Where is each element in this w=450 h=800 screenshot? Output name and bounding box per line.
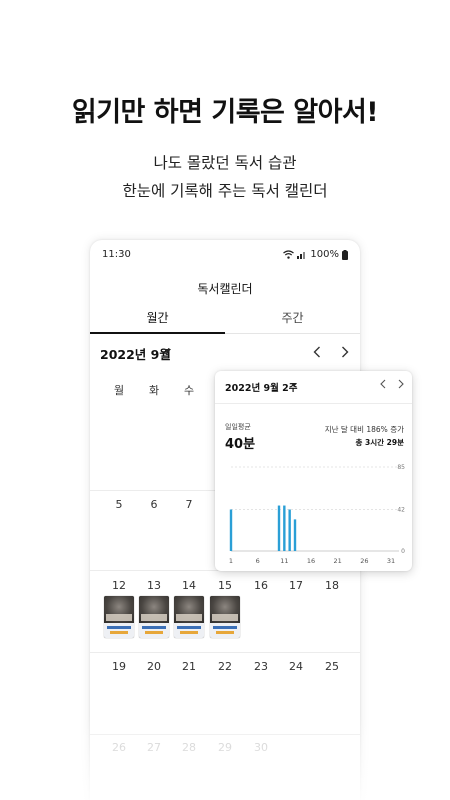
calendar-day[interactable]: 5 (101, 498, 137, 511)
status-time: 11:30 (102, 249, 131, 260)
y-tick-label: 0 (401, 548, 405, 555)
wifi-icon (283, 250, 295, 259)
weekday-mon: 월 (113, 384, 125, 397)
calendar-day[interactable]: 20 (136, 660, 172, 673)
data-bar (283, 505, 286, 551)
calendar-day[interactable]: 7 (171, 498, 207, 511)
x-tick-label: 11 (280, 557, 288, 565)
reading-time-bar-chart: 042851 6 11 16 21 26 31 (229, 464, 405, 565)
x-tick-label: 1 (229, 557, 233, 565)
calendar-day[interactable]: 18 (314, 579, 350, 592)
status-icons: 100% (283, 249, 348, 260)
calendar-day[interactable]: 25 (314, 660, 350, 673)
calendar-day[interactable]: 13 (136, 579, 172, 592)
x-tick-label: 16 (307, 557, 315, 565)
calendar-day[interactable]: 26 (101, 741, 137, 754)
calendar-day[interactable]: 15 (207, 579, 243, 592)
promo-headline: 읽기만 하면 기록은 알아서! (71, 97, 379, 128)
weekday-wed: 수 (183, 384, 195, 397)
view-tabs: 월간 주간 (90, 308, 360, 334)
data-bar (277, 505, 281, 551)
calendar-day[interactable]: 23 (243, 660, 279, 673)
chevron-right-icon[interactable] (341, 346, 349, 358)
calendar-day[interactable]: 22 (207, 660, 243, 673)
promo-subline-2: 한눈에 기록해 주는 독서 캘린더 (122, 182, 328, 200)
week-selector[interactable]: 2022년 9월 2주 (225, 380, 298, 394)
y-tick-label: 42 (397, 506, 405, 513)
promo-subline-1: 나도 몰랐던 독서 습관 (153, 154, 297, 172)
app-title: 독서캘린더 (197, 282, 253, 296)
chevron-left-icon[interactable] (313, 346, 321, 358)
data-bar (293, 519, 297, 551)
comparison-text: 지난 달 대비 186% 증가 (324, 425, 404, 434)
daily-average-label: 일일평균 (225, 423, 251, 431)
chevron-left-icon[interactable] (380, 379, 386, 389)
x-tick-label: 6 (256, 557, 260, 565)
calendar-day[interactable]: 24 (278, 660, 314, 673)
card-divider (215, 403, 412, 404)
data-bar (288, 509, 291, 551)
tab-monthly[interactable]: 월간 (90, 308, 225, 334)
book-cover-thumbnail[interactable] (174, 596, 204, 638)
book-cover-thumbnail[interactable] (104, 596, 134, 638)
caret-down-icon[interactable] (164, 349, 171, 354)
calendar-day[interactable]: 19 (101, 660, 137, 673)
book-cover-thumbnail[interactable] (210, 596, 240, 638)
book-cover-thumbnail[interactable] (139, 596, 169, 638)
tab-weekly[interactable]: 주간 (225, 308, 360, 334)
calendar-day[interactable]: 21 (171, 660, 207, 673)
weekday-tue: 화 (148, 384, 160, 397)
x-tick-label: 26 (360, 557, 368, 565)
signal-icon (297, 252, 306, 259)
month-selector[interactable]: 2022년 9월 (100, 344, 171, 363)
battery-percent: 100% (310, 249, 339, 260)
week-divider (90, 734, 360, 735)
y-tick-label: 85 (397, 464, 405, 471)
x-tick-label: 21 (334, 557, 342, 565)
weekly-stats-card: 2022년 9월 2주 일일평균 40분 지난 달 대비 186% 증가 총 3… (215, 371, 412, 571)
month-header: 2022년 9월 (100, 344, 355, 362)
chevron-right-icon[interactable] (398, 379, 404, 389)
calendar-day[interactable]: 6 (136, 498, 172, 511)
battery-icon (342, 249, 348, 260)
calendar-day[interactable]: 27 (136, 741, 172, 754)
calendar-day[interactable]: 12 (101, 579, 137, 592)
status-bar: 11:30 100% (102, 249, 348, 263)
caret-down-icon[interactable] (291, 383, 297, 387)
daily-average-value: 40분 (225, 437, 256, 452)
data-bar (229, 509, 233, 551)
calendar-day[interactable]: 30 (243, 741, 279, 754)
calendar-day[interactable]: 14 (171, 579, 207, 592)
calendar-day[interactable]: 28 (171, 741, 207, 754)
week-divider (90, 652, 360, 653)
x-tick-label: 31 (387, 557, 395, 565)
calendar-day[interactable]: 16 (243, 579, 279, 592)
total-time: 총 3시간 29분 (355, 438, 404, 447)
calendar-day[interactable]: 17 (278, 579, 314, 592)
calendar-day[interactable]: 29 (207, 741, 243, 754)
